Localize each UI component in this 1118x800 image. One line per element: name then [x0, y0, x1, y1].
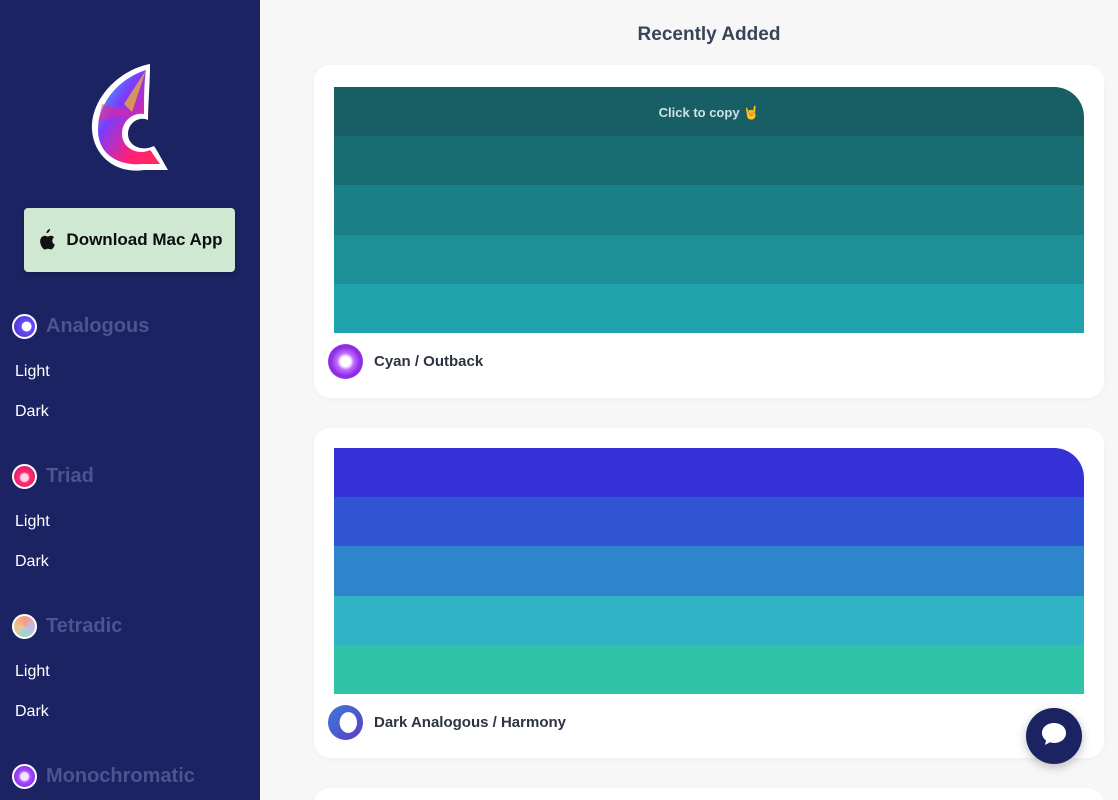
color-stripe[interactable]	[334, 497, 1084, 547]
section-analogous: Analogous Light Dark	[0, 312, 260, 432]
palette-card: Dark Analogous / Harmony	[314, 428, 1104, 758]
color-stripe[interactable]	[334, 595, 1084, 645]
color-stripe[interactable]	[334, 185, 1084, 235]
color-stripe[interactable]	[334, 136, 1084, 186]
section-header-triad[interactable]: Triad	[0, 462, 260, 490]
section-header-tetradic[interactable]: Tetradic	[0, 612, 260, 640]
palette-name[interactable]: Dark Analogous / Harmony	[374, 714, 566, 731]
card-footer: Cyan / Outback	[328, 343, 483, 379]
section-header-monochromatic[interactable]: Monochromatic	[0, 762, 260, 790]
color-stripe[interactable]	[334, 448, 1084, 498]
triad-icon	[12, 463, 37, 489]
tetradic-icon	[12, 613, 37, 639]
download-mac-app-label: Download Mac App	[66, 230, 223, 249]
apple-icon	[36, 229, 56, 251]
palette-swatch-group[interactable]: Click to copy 🤘	[334, 87, 1084, 333]
color-stripe[interactable]	[334, 283, 1084, 333]
palette-card	[314, 788, 1104, 800]
monochromatic-icon	[328, 343, 363, 379]
color-stripe[interactable]	[334, 546, 1084, 596]
sidebar-item-tetradic-light[interactable]: Light	[0, 652, 260, 692]
card-footer: Dark Analogous / Harmony	[328, 704, 566, 740]
palette-card: Click to copy 🤘 Cyan / Outback	[314, 65, 1104, 398]
copy-hint: Click to copy 🤘	[658, 105, 760, 120]
section-title: Monochromatic	[46, 764, 195, 787]
analogous-icon	[12, 313, 37, 339]
color-stripe[interactable]: Click to copy 🤘	[334, 87, 1084, 137]
main-content: Recently Added Click to copy 🤘 Cyan / Ou…	[260, 0, 1118, 800]
sidebar-item-triad-dark[interactable]: Dark	[0, 542, 260, 582]
palette-swatch-group[interactable]	[334, 448, 1084, 694]
section-header-analogous[interactable]: Analogous	[0, 312, 260, 340]
section-title: Analogous	[46, 314, 150, 337]
sidebar-item-tetradic-dark[interactable]: Dark	[0, 692, 260, 732]
section-tetradic: Tetradic Light Dark	[0, 612, 260, 732]
chat-bubble-icon	[1040, 721, 1068, 752]
chat-button[interactable]	[1026, 708, 1082, 764]
sidebar-item-analogous-dark[interactable]: Dark	[0, 392, 260, 432]
monochromatic-icon	[12, 763, 37, 789]
download-mac-app-button[interactable]: Download Mac App	[24, 208, 235, 272]
color-stripe[interactable]	[334, 234, 1084, 284]
color-stripe[interactable]	[334, 644, 1084, 694]
section-title: Tetradic	[46, 614, 123, 637]
page-title: Recently Added	[637, 24, 781, 45]
section-title: Triad	[46, 464, 94, 487]
section-monochromatic: Monochromatic	[0, 762, 260, 790]
sidebar-item-triad-light[interactable]: Light	[0, 502, 260, 542]
section-triad: Triad Light Dark	[0, 462, 260, 582]
palette-name[interactable]: Cyan / Outback	[374, 353, 483, 370]
analogous-icon	[328, 704, 363, 740]
app-logo[interactable]	[88, 60, 176, 176]
sidebar-item-analogous-light[interactable]: Light	[0, 352, 260, 392]
sidebar: Download Mac App Analogous Light Dark Tr…	[0, 0, 260, 800]
